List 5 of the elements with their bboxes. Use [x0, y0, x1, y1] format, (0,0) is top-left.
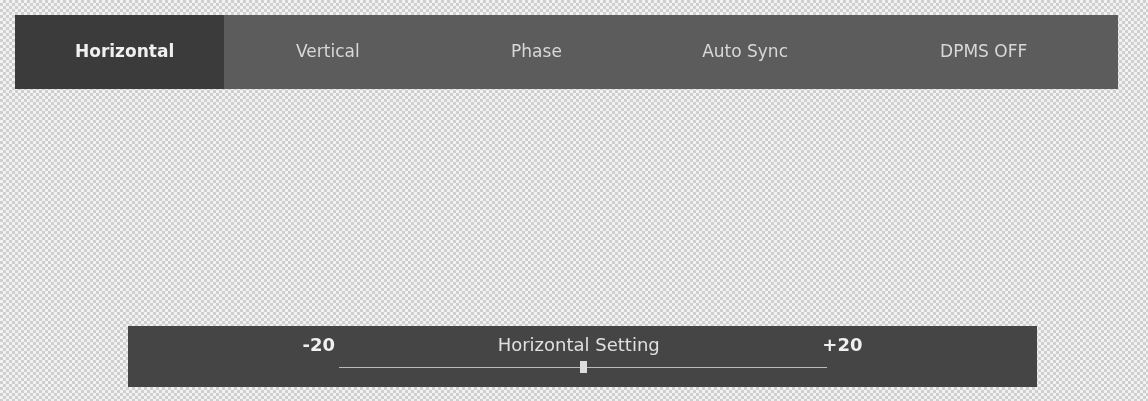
max-value: +20	[822, 334, 863, 355]
slider-title: Horizontal Setting	[497, 334, 660, 355]
slider-thumb[interactable]	[579, 361, 587, 373]
tab[interactable]: Horizontal	[15, 15, 224, 89]
min-value: -20	[302, 334, 336, 355]
